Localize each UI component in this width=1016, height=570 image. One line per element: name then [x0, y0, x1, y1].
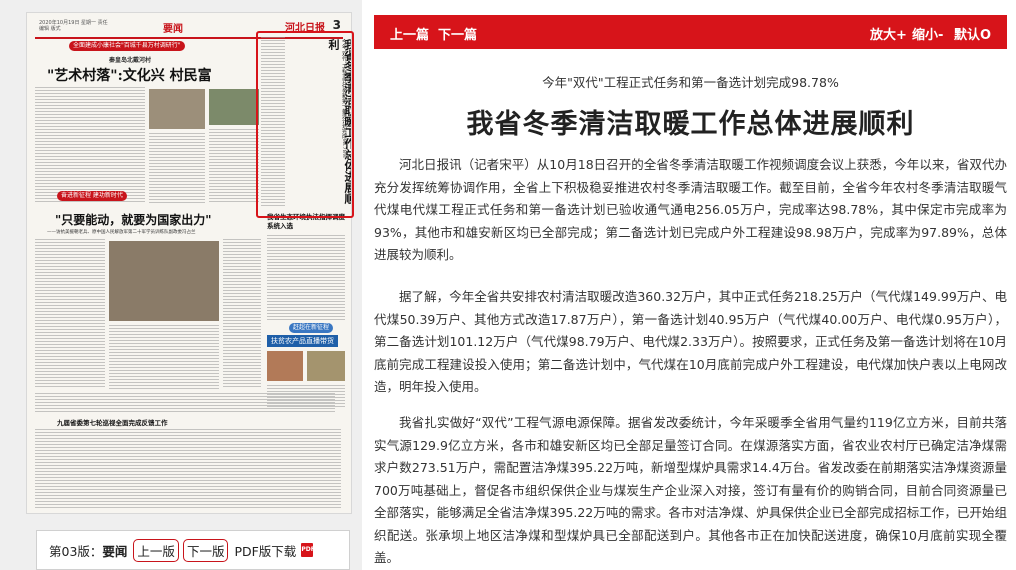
story-text-block — [35, 87, 145, 203]
story-title[interactable]: "只要能动，就要为国家出力" — [55, 211, 212, 228]
newspaper-panel: 2020年10月19日 星期一 责任编辑 版式 要闻 河北日报 3 全面建成小康… — [0, 0, 362, 570]
article-paragraph: 我省扎实做好“双代”工程气源电源保障。据省发改委统计，今年采暖季全省用气量约11… — [374, 415, 1007, 565]
prev-article-button[interactable]: 上一篇 — [390, 24, 429, 43]
story-photo — [307, 351, 345, 381]
article-subtitle: 今年"双代"工程正式任务和第一备选计划完成98.78% — [542, 75, 839, 90]
story-photo — [267, 351, 303, 381]
page-navigation-bar: 第03版：要闻 上一版 下一版 PDF版下载 PDF — [36, 530, 350, 570]
story-banner[interactable]: 扶贫农产品直播带货 — [267, 335, 338, 347]
next-article-button[interactable]: 下一篇 — [438, 24, 477, 43]
story-photo — [209, 89, 259, 125]
article-paragraph: 河北日报讯（记者宋平）从10月18日召开的全省冬季清洁取暖工作视频调度会议上获悉… — [374, 157, 1007, 262]
story-photo — [109, 241, 219, 321]
zoom-out-button[interactable]: 缩小- — [912, 24, 943, 43]
story-text-block — [267, 235, 345, 321]
story-text-block — [209, 129, 259, 203]
page-label: 第03版：要闻 — [49, 543, 128, 559]
story-banner: 奋进新征程 建功新时代 — [57, 191, 127, 201]
default-size-button[interactable]: 默认O — [954, 24, 991, 43]
story-banner: 赶超在新征程 — [289, 323, 334, 333]
newspaper-date: 2020年10月19日 星期一 责任编辑 版式 — [39, 20, 108, 32]
story-subtitle: 秦皇岛北戴河村 — [109, 57, 152, 64]
story-title[interactable]: 九届省委第七轮巡视全面完成反馈工作 — [57, 417, 168, 427]
story-subtitle: ——访抗美援朝老兵、原中国人民解放军第二十军学员训练队副政委冯占兰 — [47, 230, 196, 235]
story-banner: 全面建成小康社会"百城千县万村调研行" — [69, 41, 185, 51]
story-text-block — [109, 325, 219, 389]
story-text-block — [223, 239, 261, 389]
article-toolbar: 上一篇 下一篇 放大+ 缩小- 默认O — [374, 15, 1007, 49]
next-page-button[interactable]: 下一版 — [182, 538, 229, 562]
article-paragraph: 据了解，今年全省共安排农村清洁取暖改造360.32万户，其中正式任务218.25… — [374, 289, 1007, 394]
pdf-download-link[interactable]: PDF版下载 — [234, 541, 296, 560]
story-text-block — [35, 393, 335, 413]
story-photo — [149, 89, 205, 129]
story-text-block — [35, 239, 105, 389]
zoom-in-button[interactable]: 放大+ — [870, 24, 907, 43]
pdf-icon[interactable]: PDF — [301, 543, 315, 557]
current-article-highlight[interactable] — [256, 31, 354, 218]
story-text-block — [35, 429, 341, 509]
story-text-block — [149, 133, 205, 203]
article-headline: 我省冬季清洁取暖工作总体进展顺利 — [466, 109, 915, 140]
story-title[interactable]: "艺术村落":文化兴 村民富 — [47, 65, 212, 85]
article-content: 今年"双代"工程正式任务和第一备选计划完成98.78% 我省冬季清洁取暖工作总体… — [374, 54, 1007, 570]
newspaper-section: 要闻 — [163, 24, 183, 35]
prev-page-button[interactable]: 上一版 — [133, 538, 179, 562]
newspaper-page-number: 3 — [332, 18, 341, 32]
